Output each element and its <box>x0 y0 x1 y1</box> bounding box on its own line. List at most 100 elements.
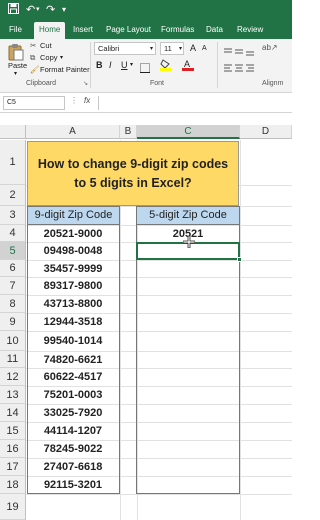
row-header-18[interactable]: 18 <box>0 476 26 494</box>
formula-bar: C5 ⋮ fx <box>0 93 292 113</box>
insert-function-button[interactable]: fx <box>84 96 90 105</box>
tab-formulas[interactable]: Formulas <box>161 22 194 39</box>
row-header-3[interactable]: 3 <box>0 206 26 225</box>
zip9-cell[interactable]: 35457-9999 <box>28 260 118 277</box>
redo-icon[interactable]: ↷ <box>46 3 55 17</box>
fill-color-icon[interactable] <box>160 58 172 76</box>
formula-input[interactable] <box>98 96 288 110</box>
zip9-cell[interactable]: 33025-7920 <box>28 404 118 422</box>
orientation-icon[interactable]: ab↗ <box>262 43 278 53</box>
svg-text:A: A <box>184 59 190 69</box>
zip5-cell[interactable] <box>137 331 239 351</box>
row-header-12[interactable]: 12 <box>0 368 26 386</box>
zip5-cell[interactable] <box>137 313 239 331</box>
dropdown-icon[interactable]: ▾ <box>60 53 63 63</box>
dialog-launcher-icon[interactable]: ↘ <box>83 79 88 89</box>
zip5-cell[interactable] <box>137 351 239 368</box>
borders-icon[interactable] <box>140 60 150 78</box>
tab-data[interactable]: Data <box>206 22 223 39</box>
undo-icon[interactable]: ↶ <box>26 3 35 17</box>
copy-button[interactable]: Copy <box>40 53 58 63</box>
zip9-cell[interactable]: 43713-8800 <box>28 295 118 313</box>
row-header-7[interactable]: 7 <box>0 277 26 295</box>
row-header-10[interactable]: 10 <box>0 331 26 351</box>
row-header-17[interactable]: 17 <box>0 458 26 476</box>
column-header-d[interactable]: D <box>240 125 292 139</box>
row-header-1[interactable]: 1 <box>0 140 26 185</box>
zip9-cell[interactable]: 75201-0003 <box>28 386 118 404</box>
copy-icon[interactable]: ⧉ <box>30 53 35 63</box>
zip5-cell[interactable] <box>137 476 239 494</box>
row-header-5[interactable]: 5 <box>0 242 26 260</box>
alignment-group-label: Alignm <box>262 80 284 87</box>
clipboard-group-label: Clipboard <box>26 80 56 87</box>
zip5-cell[interactable] <box>137 422 239 440</box>
column-header-a[interactable]: A <box>26 125 120 139</box>
column-header-b[interactable]: B <box>120 125 137 139</box>
italic-button[interactable]: I <box>109 59 112 71</box>
fill-handle[interactable] <box>237 257 242 262</box>
tab-review[interactable]: Review <box>237 22 263 39</box>
zip9-cell[interactable]: 99540-1014 <box>28 331 118 351</box>
cut-icon[interactable]: ✂ <box>30 41 36 51</box>
zip5-cell[interactable] <box>137 295 239 313</box>
tab-page-layout[interactable]: Page Layout <box>106 22 151 39</box>
bold-button[interactable]: B <box>96 59 103 71</box>
zip5-cell[interactable] <box>137 440 239 458</box>
format-painter-icon[interactable]: 🖌 <box>30 65 40 75</box>
row-header-19[interactable]: 19 <box>0 494 26 520</box>
sheet-title[interactable]: How to change 9-digit zip codes to 5 dig… <box>27 141 239 206</box>
zip9-cell[interactable]: 74820-6621 <box>28 351 118 368</box>
format-painter-button[interactable]: Format Painter <box>40 65 90 75</box>
name-box[interactable]: C5 <box>3 96 65 110</box>
zip9-cell[interactable]: 12944-3518 <box>28 313 118 331</box>
row-header-6[interactable]: 6 <box>0 260 26 277</box>
select-all-corner[interactable] <box>0 125 26 139</box>
row-header-14[interactable]: 14 <box>0 404 26 422</box>
font-name-dropdown[interactable]: Calibri ▾ <box>94 42 156 55</box>
row-header-4[interactable]: 4 <box>0 225 26 242</box>
tab-insert[interactable]: Insert <box>73 22 93 39</box>
row-header-15[interactable]: 15 <box>0 422 26 440</box>
zip9-cell[interactable]: 27407-6618 <box>28 458 118 476</box>
row-header-11[interactable]: 11 <box>0 351 26 368</box>
header-cell-9-digit[interactable]: 9-digit Zip Code <box>27 206 120 225</box>
font-size-dropdown[interactable]: 11 ▾ <box>160 42 184 55</box>
zip9-cell[interactable]: 44114-1207 <box>28 422 118 440</box>
zip5-cell[interactable] <box>137 458 239 476</box>
zip5-cell[interactable] <box>137 260 239 277</box>
zip5-cell[interactable] <box>137 368 239 386</box>
grow-font-button[interactable]: A <box>190 42 196 54</box>
zip5-cell[interactable] <box>137 386 239 404</box>
row-header-2[interactable]: 2 <box>0 185 26 206</box>
zip5-cell[interactable] <box>137 404 239 422</box>
dropdown-icon[interactable]: ▾ <box>14 69 17 79</box>
zip9-cell[interactable]: 92115-3201 <box>28 476 118 494</box>
row-header-9[interactable]: 9 <box>0 313 26 331</box>
cut-button[interactable]: Cut <box>40 41 52 51</box>
paste-button[interactable]: Paste <box>8 61 27 71</box>
font-color-icon[interactable]: A <box>182 58 194 76</box>
column-header-c[interactable]: C <box>137 125 240 139</box>
row-header-13[interactable]: 13 <box>0 386 26 404</box>
tab-file[interactable]: File <box>9 22 22 39</box>
zip9-cell[interactable]: 20521-9000 <box>28 225 118 242</box>
zip5-cell[interactable] <box>137 277 239 295</box>
tab-home[interactable]: Home <box>34 22 66 39</box>
row-header-8[interactable]: 8 <box>0 295 26 313</box>
shrink-font-button[interactable]: A <box>202 43 207 55</box>
dropdown-icon[interactable]: ▾ <box>36 3 40 17</box>
align-left-icon[interactable] <box>224 61 254 79</box>
chevron-down-icon[interactable]: ▾ <box>130 60 133 70</box>
row-header-16[interactable]: 16 <box>0 440 26 458</box>
zip9-cell[interactable]: 09498-0048 <box>28 242 118 260</box>
zip9-cell[interactable]: 78245-9022 <box>28 440 118 458</box>
underline-button[interactable]: U <box>121 59 128 71</box>
quick-access-icon[interactable]: ▾ <box>62 3 66 17</box>
formula-bar-dots-icon: ⋮ <box>70 96 78 105</box>
zip9-cell[interactable]: 89317-9800 <box>28 277 118 295</box>
header-cell-5-digit[interactable]: 5-digit Zip Code <box>136 206 240 225</box>
save-icon[interactable] <box>8 3 19 18</box>
zip9-cell[interactable]: 60622-4517 <box>28 368 118 386</box>
align-top-icon[interactable] <box>224 44 254 62</box>
